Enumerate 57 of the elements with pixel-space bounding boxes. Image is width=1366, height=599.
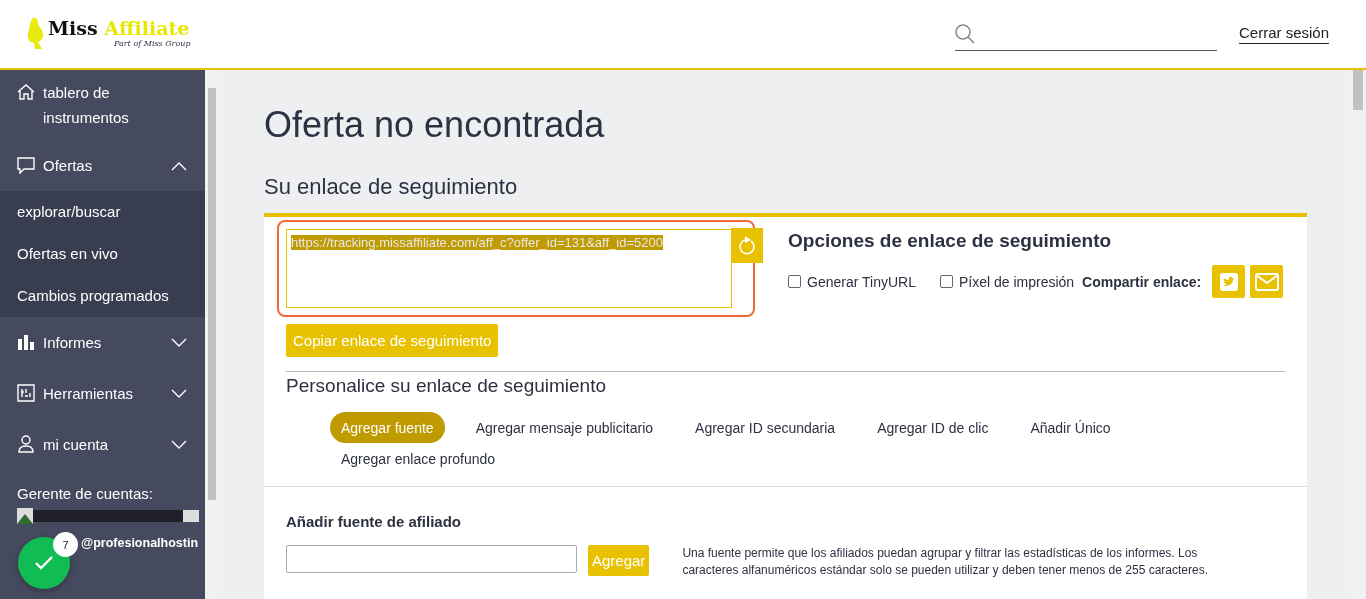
logo-tagline: Part of Miss Group bbox=[114, 39, 191, 48]
help-text: Una fuente permite que los afiliados puedan agrupar y filtrar las estadísticas de los informes. Los caracteres alfanuméricos estándar solo se pueden utilizar y deben tener menos de 255 caracteres. bbox=[682, 545, 1209, 579]
source-input[interactable] bbox=[286, 545, 577, 573]
nav-label: tablero de instrumentos bbox=[43, 83, 130, 128]
sidebar-item[interactable]: Ofertas bbox=[0, 140, 205, 191]
speech-bubble-icon bbox=[17, 156, 35, 174]
sidebar-item[interactable]: Herramientas bbox=[0, 368, 205, 419]
option-tab[interactable]: Añadir Único bbox=[1019, 412, 1122, 443]
option-tab[interactable]: Agregar enlace profundo bbox=[330, 443, 507, 474]
user-icon bbox=[17, 435, 35, 453]
search-icon bbox=[954, 23, 975, 44]
logo[interactable]: Miss Affiliate Part of Miss Group bbox=[26, 17, 191, 51]
customize-title: Personalice su enlace de seguimiento bbox=[286, 374, 608, 398]
option-tab[interactable]: Agregar ID de clic bbox=[866, 412, 1000, 443]
scrollbar[interactable] bbox=[205, 70, 219, 599]
nav-label: Informes bbox=[43, 333, 103, 353]
home-icon bbox=[17, 83, 35, 101]
refresh-button[interactable] bbox=[731, 228, 763, 263]
bar-chart-icon bbox=[17, 333, 35, 351]
logout-link[interactable]: Cerrar sesión bbox=[1238, 24, 1329, 44]
option-tab[interactable]: Agregar ID secundaria bbox=[684, 412, 847, 443]
grid-icon bbox=[17, 384, 35, 402]
bird-logo-icon bbox=[26, 17, 46, 51]
nav-label: Ofertas bbox=[43, 156, 94, 176]
nav-label: Herramientas bbox=[43, 384, 135, 404]
sidebar-item[interactable]: Informes bbox=[0, 317, 205, 368]
check-icon bbox=[35, 556, 53, 570]
notification-badge: 7 bbox=[53, 532, 78, 557]
email-share-button[interactable] bbox=[1250, 265, 1284, 298]
refresh-icon bbox=[738, 235, 756, 256]
checkbox-label: Píxel de impresión bbox=[958, 273, 1075, 290]
page-title: Oferta no encontrada bbox=[264, 104, 606, 146]
submenu-item[interactable]: Cambios programados bbox=[0, 275, 205, 317]
checkbox[interactable] bbox=[939, 275, 953, 288]
sidebar-item[interactable]: tablero de instrumentos bbox=[0, 70, 205, 140]
bird-share-button[interactable] bbox=[1212, 265, 1246, 298]
options-title: Opciones de enlace de seguimiento bbox=[788, 229, 1113, 253]
logo-text: Miss Affiliate bbox=[48, 17, 191, 39]
envelope-icon bbox=[1254, 272, 1279, 291]
submenu-item[interactable]: Ofertas en vivo bbox=[0, 233, 205, 275]
source-title: Añadir fuente de afiliado bbox=[286, 513, 463, 531]
checkbox[interactable] bbox=[788, 275, 801, 288]
manager-label: Gerente de cuentas: bbox=[16, 484, 154, 504]
manager-select[interactable] bbox=[33, 510, 199, 522]
broken-image-icon bbox=[17, 508, 33, 524]
check-button[interactable] bbox=[18, 537, 70, 589]
bird-icon bbox=[1219, 272, 1238, 291]
sidebar-item[interactable]: mi cuenta bbox=[0, 419, 205, 470]
submenu-item[interactable]: explorar/buscar bbox=[0, 191, 205, 233]
nav-label: mi cuenta bbox=[43, 435, 110, 455]
checkbox-label: Generar TinyURL bbox=[807, 273, 916, 290]
spinner-icon bbox=[183, 510, 199, 522]
share-label: Compartir enlace: bbox=[1082, 273, 1202, 290]
scrollbar[interactable] bbox=[1350, 70, 1366, 599]
section-title: Su enlace de seguimiento bbox=[264, 173, 519, 201]
manager-email: @profesionalhostin bbox=[81, 536, 199, 550]
option-tab[interactable]: Agregar mensaje publicitario bbox=[464, 412, 665, 443]
